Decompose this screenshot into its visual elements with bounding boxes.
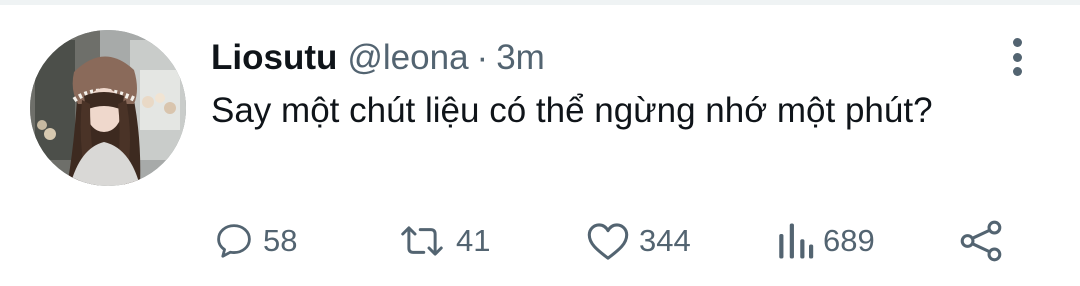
avatar-image — [30, 30, 186, 186]
views-icon — [779, 223, 814, 259]
display-name[interactable]: Liosutu — [211, 38, 337, 78]
tweet[interactable]: Liosutu @leona · 3m Say một chút liệu có… — [0, 0, 1080, 286]
more-dot-icon — [1012, 52, 1022, 62]
timestamp[interactable]: 3m — [496, 38, 545, 78]
tweet-header: Liosutu @leona · 3m — [211, 38, 545, 78]
share-button[interactable] — [958, 213, 1004, 269]
retweet-button[interactable]: 41 — [396, 213, 490, 269]
views-button[interactable]: 689 — [775, 213, 875, 269]
more-dot-icon — [1012, 38, 1022, 47]
reply-button[interactable]: 58 — [213, 213, 297, 269]
action-bar: 58 41 344 689 — [0, 213, 1080, 269]
views-count: 689 — [823, 223, 875, 258]
reply-icon — [217, 224, 251, 258]
like-count: 344 — [639, 223, 691, 258]
more-dot-icon — [1012, 67, 1022, 76]
like-button[interactable]: 344 — [585, 213, 691, 269]
heart-icon — [587, 223, 629, 260]
header-separator: · — [476, 38, 489, 77]
reply-count: 58 — [263, 223, 298, 258]
user-handle[interactable]: @leona — [347, 38, 468, 78]
avatar[interactable] — [30, 30, 186, 186]
retweet-count: 41 — [456, 223, 491, 258]
retweet-icon — [401, 226, 443, 256]
tweet-text: Say một chút liệu có thể ngừng nhớ một p… — [211, 91, 933, 130]
more-options-button[interactable] — [1002, 34, 1032, 80]
share-icon — [960, 220, 1002, 262]
